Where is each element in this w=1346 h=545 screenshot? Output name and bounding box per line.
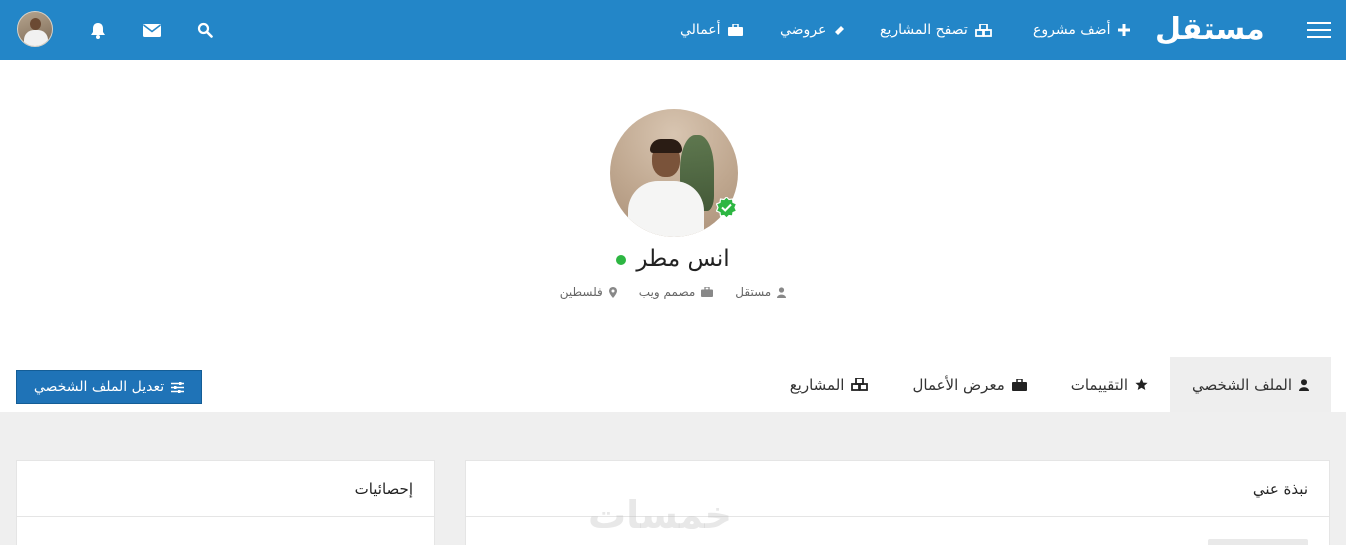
profile-job-title: مصمم ويب (638, 285, 696, 299)
plus-icon (1117, 24, 1130, 36)
tab-reviews[interactable]: التقييمات (1049, 357, 1170, 412)
bell-icon[interactable] (86, 18, 110, 42)
about-text-placeholder (1208, 539, 1308, 545)
profile-name-row: انس مطر (0, 246, 1346, 272)
nav-my-offers[interactable]: عروضي (780, 0, 846, 60)
edit-profile-button[interactable]: تعديل الملف الشخصي (16, 370, 202, 404)
tab-profile-label: الملف الشخصي (1192, 375, 1292, 394)
briefcase-icon (727, 24, 743, 36)
briefcase-icon (701, 287, 714, 297)
briefcase-icon (1011, 378, 1027, 391)
online-status-dot (616, 255, 627, 265)
stats-card: إحصائيات (16, 460, 435, 545)
nav-browse-projects-label: تصفح المشاريع (880, 22, 968, 38)
user-icon (777, 286, 787, 298)
site-logo[interactable]: مستقل (1155, 8, 1265, 52)
profile-country: فلسطين (559, 285, 603, 299)
cubes-icon (974, 23, 992, 37)
star-icon (1135, 378, 1148, 390)
hamburger-menu-icon[interactable] (1307, 22, 1331, 38)
profile-tabs: الملف الشخصي التقييمات معرض الأعمال المش… (768, 357, 1331, 412)
nav-add-project-label: أضف مشروع (1033, 22, 1111, 38)
profile-name: انس مطر (636, 246, 730, 272)
map-marker-icon (608, 286, 617, 298)
edit-profile-label: تعديل الملف الشخصي (33, 379, 165, 395)
nav-add-project[interactable]: أضف مشروع (1033, 0, 1130, 60)
nav-my-offers-label: عروضي (780, 22, 827, 38)
top-navigation-bar: مستقل أضف مشروع تصفح المشاريع عروضي أعما… (0, 0, 1346, 60)
tab-projects[interactable]: المشاريع (768, 357, 891, 412)
nav-my-works-label: أعمالي (680, 22, 721, 38)
verified-badge-icon (716, 197, 737, 218)
stats-card-title: إحصائيات (17, 461, 434, 517)
watermark: خمسات (588, 493, 732, 537)
tab-profile[interactable]: الملف الشخصي (1170, 357, 1331, 412)
tab-projects-label: المشاريع (789, 375, 845, 394)
user-icon (1299, 378, 1309, 391)
user-avatar[interactable] (17, 11, 53, 47)
profile-role-type: مستقل (735, 285, 772, 299)
nav-my-works[interactable]: أعمالي (680, 0, 743, 60)
tab-reviews-label: التقييمات (1070, 375, 1129, 394)
ticket-icon (835, 25, 845, 35)
sliders-icon (171, 381, 185, 393)
cubes-icon (851, 378, 869, 391)
nav-browse-projects[interactable]: تصفح المشاريع (880, 0, 992, 60)
envelope-icon[interactable] (140, 18, 164, 42)
tab-portfolio-label: معرض الأعمال (912, 375, 1005, 394)
tab-portfolio[interactable]: معرض الأعمال (890, 357, 1048, 412)
profile-meta: مستقل مصمم ويب فلسطين (0, 285, 1346, 299)
search-icon[interactable] (193, 18, 217, 42)
